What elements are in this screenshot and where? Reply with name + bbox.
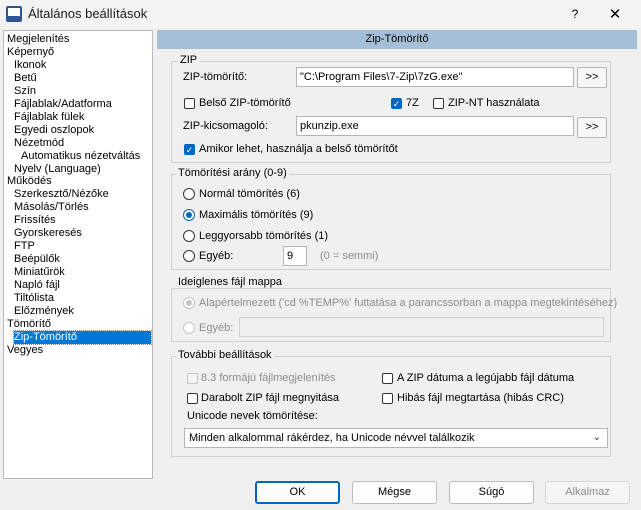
ratio-other-label: Egyéb: [199,250,234,262]
temp-other-radio[interactable] [183,322,195,334]
zip-group-title: ZIP [178,54,200,66]
tree-item[interactable]: Frissítés [14,214,56,227]
tree-item[interactable]: Beépülők [14,253,60,266]
panel-header: Zip-Tömörítő [157,30,637,49]
settings-tree[interactable]: Megjelenítés Képernyő Ikonok Betű Szín Fájlab… [3,30,153,479]
tree-item[interactable]: Ikonok [14,59,46,72]
ratio-normal-label: Normál tömörítés (6) [199,188,300,200]
unicode-label: Unicode nevek tömörítése: [187,410,318,422]
tree-item[interactable]: Működés [7,175,52,188]
use-internal-label: Amikor lehet, használja a belső tömörítő… [199,143,398,155]
temp-default-radio[interactable] [183,297,195,309]
tree-item[interactable]: Automatikus nézetváltás [21,150,140,163]
zip-unpacker-browse-button[interactable]: >> [577,117,607,138]
ratio-max-label: Maximális tömörítés (9) [199,209,314,221]
tree-item[interactable]: Szín [14,85,36,98]
tree-item[interactable]: Betű [14,72,37,85]
opt-broken-zip-label: Darabolt ZIP fájl megnyitása [201,392,339,404]
zip-packer-label: ZIP-tömörítő: [183,71,248,83]
tree-item[interactable]: Fájlablak fülek [14,111,84,124]
temp-other-label: Egyéb: [199,322,234,334]
ratio-other-hint: (0 = semmi) [320,250,379,262]
use-internal-checkbox[interactable]: ✓ [184,144,195,155]
unicode-select-value: Minden alkalommal rákérdez, ha Unicode n… [189,432,475,444]
tree-item[interactable]: Miniatűrök [14,266,65,279]
tree-item[interactable]: Nézetmód [14,137,64,150]
app-icon [6,6,22,22]
ratio-normal-radio[interactable] [183,188,195,200]
zip-nt-checkbox[interactable] [433,98,444,109]
ratio-other-radio[interactable] [183,250,195,262]
temp-default-label: Alapértelmezett ('cd %TEMP%' futtatása a… [199,297,618,309]
ratio-fastest-label: Leggyorsabb tömörítés (1) [199,230,329,242]
tree-item[interactable]: Vegyes [7,344,43,357]
zip-unpacker-label: ZIP-kicsomagoló: [183,120,268,132]
ratio-group-title: Tömörítési arány (0-9) [176,167,289,179]
internal-zip-label: Belső ZIP-tömörítő [199,97,291,109]
7z-label: 7Z [406,97,419,109]
tree-item[interactable]: Egyedi oszlopok [14,124,94,137]
tree-item[interactable]: Tiltólista [14,292,54,305]
temp-other-input[interactable] [239,317,604,337]
tree-item[interactable]: Szerkesztő/Nézőke [14,188,109,201]
tree-item[interactable]: FTP [14,240,35,253]
tree-item[interactable]: Napló fájl [14,279,60,292]
tree-item[interactable]: Előzmények [14,305,74,318]
opt-broken-zip-checkbox[interactable] [187,393,198,404]
help-button[interactable]: Súgó [449,481,534,504]
opt-83-checkbox[interactable] [187,373,198,384]
ratio-other-input[interactable]: 9 [283,246,307,266]
window-title: Általános beállítások [28,6,148,21]
cancel-button[interactable]: Mégse [352,481,437,504]
zip-nt-label: ZIP-NT használata [448,97,540,109]
tree-item[interactable]: Zip-Tömörítő [13,329,152,345]
ok-button[interactable]: OK [255,481,340,504]
ratio-max-radio[interactable] [183,209,195,221]
apply-button[interactable]: Alkalmaz [545,481,630,504]
more-group-title: További beállítások [176,349,274,361]
tree-item[interactable]: Fájlablak/Adatforma [14,98,112,111]
opt-zip-date-checkbox[interactable] [382,373,393,384]
tree-item[interactable]: Megjelenítés [7,33,69,46]
tree-item[interactable]: Gyorskeresés [14,227,82,240]
help-title-button[interactable]: ? [566,7,584,23]
opt-zip-date-label: A ZIP dátuma a legújabb fájl dátuma [397,372,575,384]
tree-item[interactable]: Tömörítő [7,318,51,331]
zip-unpacker-input[interactable]: pkunzip.exe [296,116,574,136]
internal-zip-checkbox[interactable] [184,98,195,109]
opt-83-label: 8.3 formájú fájlmegjelenítés [201,372,336,384]
opt-crc-checkbox[interactable] [382,393,393,404]
opt-crc-label: Hibás fájl megtartása (hibás CRC) [397,392,564,404]
zip-packer-browse-button[interactable]: >> [577,67,607,88]
tree-item[interactable]: Képernyő [7,46,54,59]
tree-item[interactable]: Nyelv (Language) [14,163,101,176]
tree-item[interactable]: Másolás/Törlés [14,201,89,214]
temp-group-title: Ideiglenes fájl mappa [176,276,284,288]
chevron-down-icon: ⌄ [592,432,601,443]
ratio-fastest-radio[interactable] [183,230,195,242]
unicode-select[interactable]: Minden alkalommal rákérdez, ha Unicode n… [184,428,608,448]
zip-packer-input[interactable]: "C:\Program Files\7-Zip\7zG.exe" [296,67,574,87]
7z-checkbox[interactable]: ✓ [391,98,402,109]
close-button[interactable]: ✕ [604,5,626,25]
